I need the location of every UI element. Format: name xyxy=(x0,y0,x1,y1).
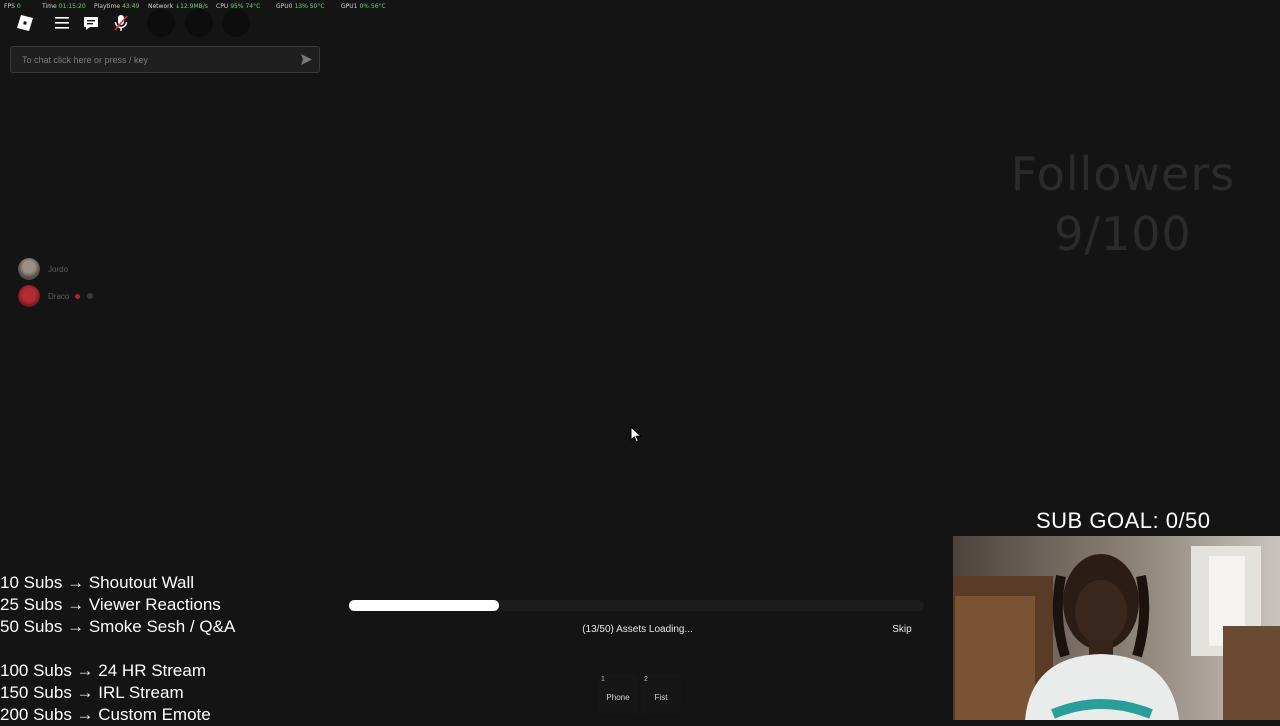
status-dot-icon xyxy=(75,293,81,299)
fps-stat: FPS 0 xyxy=(4,3,21,10)
webcam-feed xyxy=(953,536,1280,720)
send-icon[interactable] xyxy=(300,53,313,71)
slot-label: Fist xyxy=(654,693,668,702)
time-stat: Time 01:15:20 xyxy=(42,3,86,10)
loading-progress-fill xyxy=(349,600,499,611)
microphone-icon[interactable] xyxy=(110,12,132,34)
sub-goal-item: 200 Subs → Custom Emote xyxy=(0,705,211,724)
slot-label: Phone xyxy=(606,693,630,702)
sub-goal-item: 50 Subs → Smoke Sesh / Q&A xyxy=(0,617,236,636)
avatar xyxy=(18,285,40,307)
playtime-stat: Playtime 43:49 xyxy=(94,3,140,10)
player-item[interactable]: Draco xyxy=(18,285,94,307)
sub-goal: SUB GOAL: 0/50 xyxy=(1036,508,1211,533)
loading-status-text: (13/50) Assets Loading... xyxy=(582,624,693,635)
gpu1-stat: GPU1 0% 56°C xyxy=(341,3,386,10)
skip-button[interactable]: Skip xyxy=(884,622,920,638)
sub-goals-list: 10 Subs → Shoutout Wall 25 Subs → Viewer… xyxy=(0,572,235,726)
topbar-button-3[interactable] xyxy=(222,9,250,37)
mouse-cursor-icon xyxy=(630,425,643,448)
chat-box xyxy=(10,46,320,73)
followers-counter: Followers 9/100 xyxy=(960,144,1280,264)
sub-goal-item: 150 Subs → IRL Stream xyxy=(0,683,184,702)
chat-icon[interactable] xyxy=(80,12,102,34)
topbar-button-2[interactable] xyxy=(185,9,213,37)
hotbar-slot-phone[interactable]: 1 Phone xyxy=(598,674,638,714)
hotbar-slot-fist[interactable]: 2 Fist xyxy=(641,674,681,714)
sub-goal-item: 25 Subs → Viewer Reactions xyxy=(0,595,221,614)
slot-number: 2 xyxy=(644,676,648,683)
roblox-logo-icon[interactable] xyxy=(14,12,36,34)
slot-number: 1 xyxy=(601,676,605,683)
hamburger-menu-icon[interactable] xyxy=(51,12,73,34)
followers-count: 9/100 xyxy=(1054,207,1192,261)
gpu0-stat: GPU0 13% 50°C xyxy=(276,3,325,10)
followers-label: Followers xyxy=(1010,147,1236,201)
player-name: Jordo xyxy=(48,264,69,274)
player-item[interactable]: Jordo xyxy=(18,258,68,280)
topbar-button-1[interactable] xyxy=(147,9,175,37)
badge-icon xyxy=(87,293,94,299)
chat-input[interactable] xyxy=(22,52,292,68)
player-name: Draco xyxy=(48,291,70,301)
sub-goal-item: 10 Subs → Shoutout Wall xyxy=(0,573,195,592)
sub-goal-item: 100 Subs → 24 HR Stream xyxy=(0,661,206,680)
loading-progress-bar xyxy=(349,600,924,611)
avatar xyxy=(18,258,40,280)
